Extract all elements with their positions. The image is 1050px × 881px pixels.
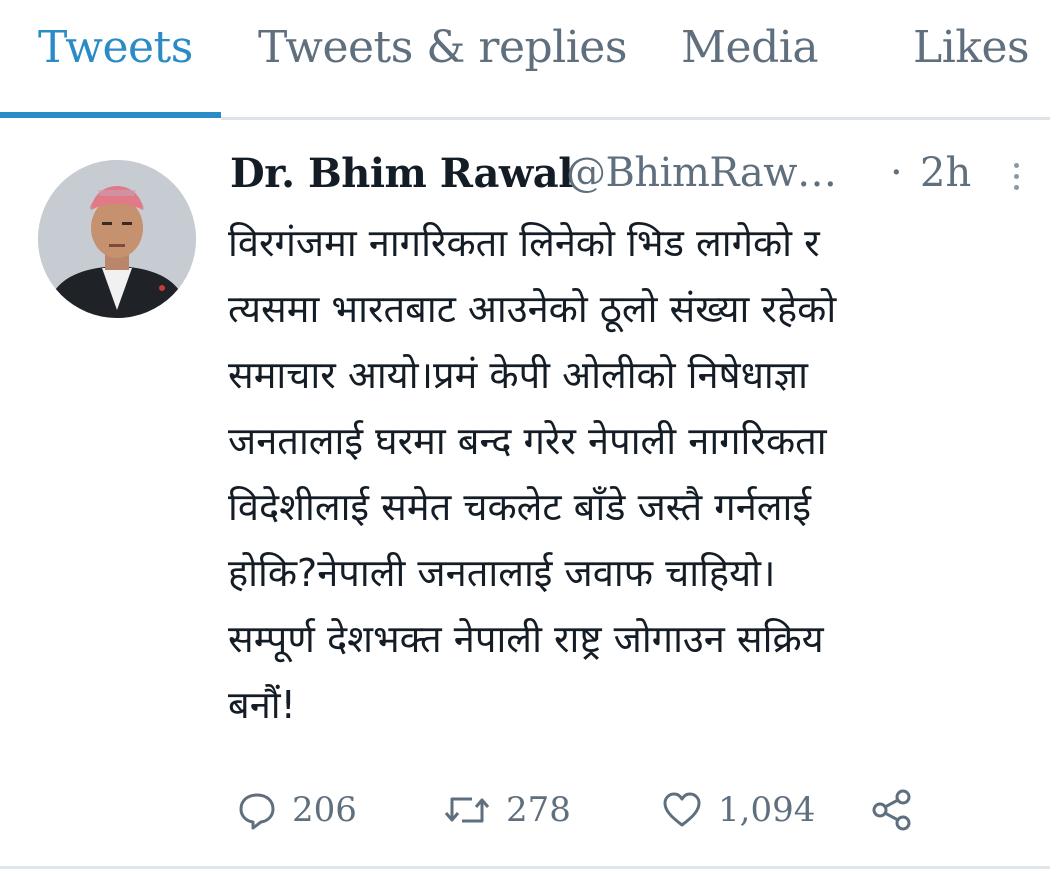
tweet-divider [0,866,1050,869]
tab-likes[interactable]: Likes [913,22,1030,73]
retweet-icon [444,797,490,823]
retweet-button[interactable]: 278 [442,780,571,840]
tweet-timestamp[interactable]: 2h [920,150,971,196]
heart-icon [663,792,701,827]
author-name[interactable]: Dr. Bhim Rawal [230,150,573,197]
avatar[interactable] [38,160,196,318]
like-button[interactable]: 1,094 [660,780,815,840]
header-separator: · [890,150,903,196]
active-tab-indicator [0,112,221,118]
avatar-image [38,160,196,318]
tab-media[interactable]: Media [681,22,819,73]
author-handle[interactable]: @BhimRaw… [566,150,837,196]
reply-button[interactable]: 206 [236,780,357,840]
profile-tabs: Tweets Tweets & replies Media Likes [0,0,1050,120]
like-count: 1,094 [718,790,816,830]
tab-tweets[interactable]: Tweets [38,22,193,73]
share-button[interactable] [870,780,914,840]
tweet-actions: 206 278 1,094 [230,780,1030,840]
reply-icon [239,793,275,830]
more-vertical-icon[interactable] [1006,160,1026,200]
tweet-text: विरगंजमा नागरिकता लिनेको भिड लागेको र त्… [228,221,837,727]
reply-count: 206 [292,790,357,830]
tabs-divider [221,117,1050,120]
retweet-count: 278 [506,790,571,830]
tweet-header: Dr. Bhim Rawal @BhimRaw… · 2h [230,150,1030,210]
tab-tweets-and-replies[interactable]: Tweets & replies [258,22,627,73]
share-icon [872,789,911,831]
